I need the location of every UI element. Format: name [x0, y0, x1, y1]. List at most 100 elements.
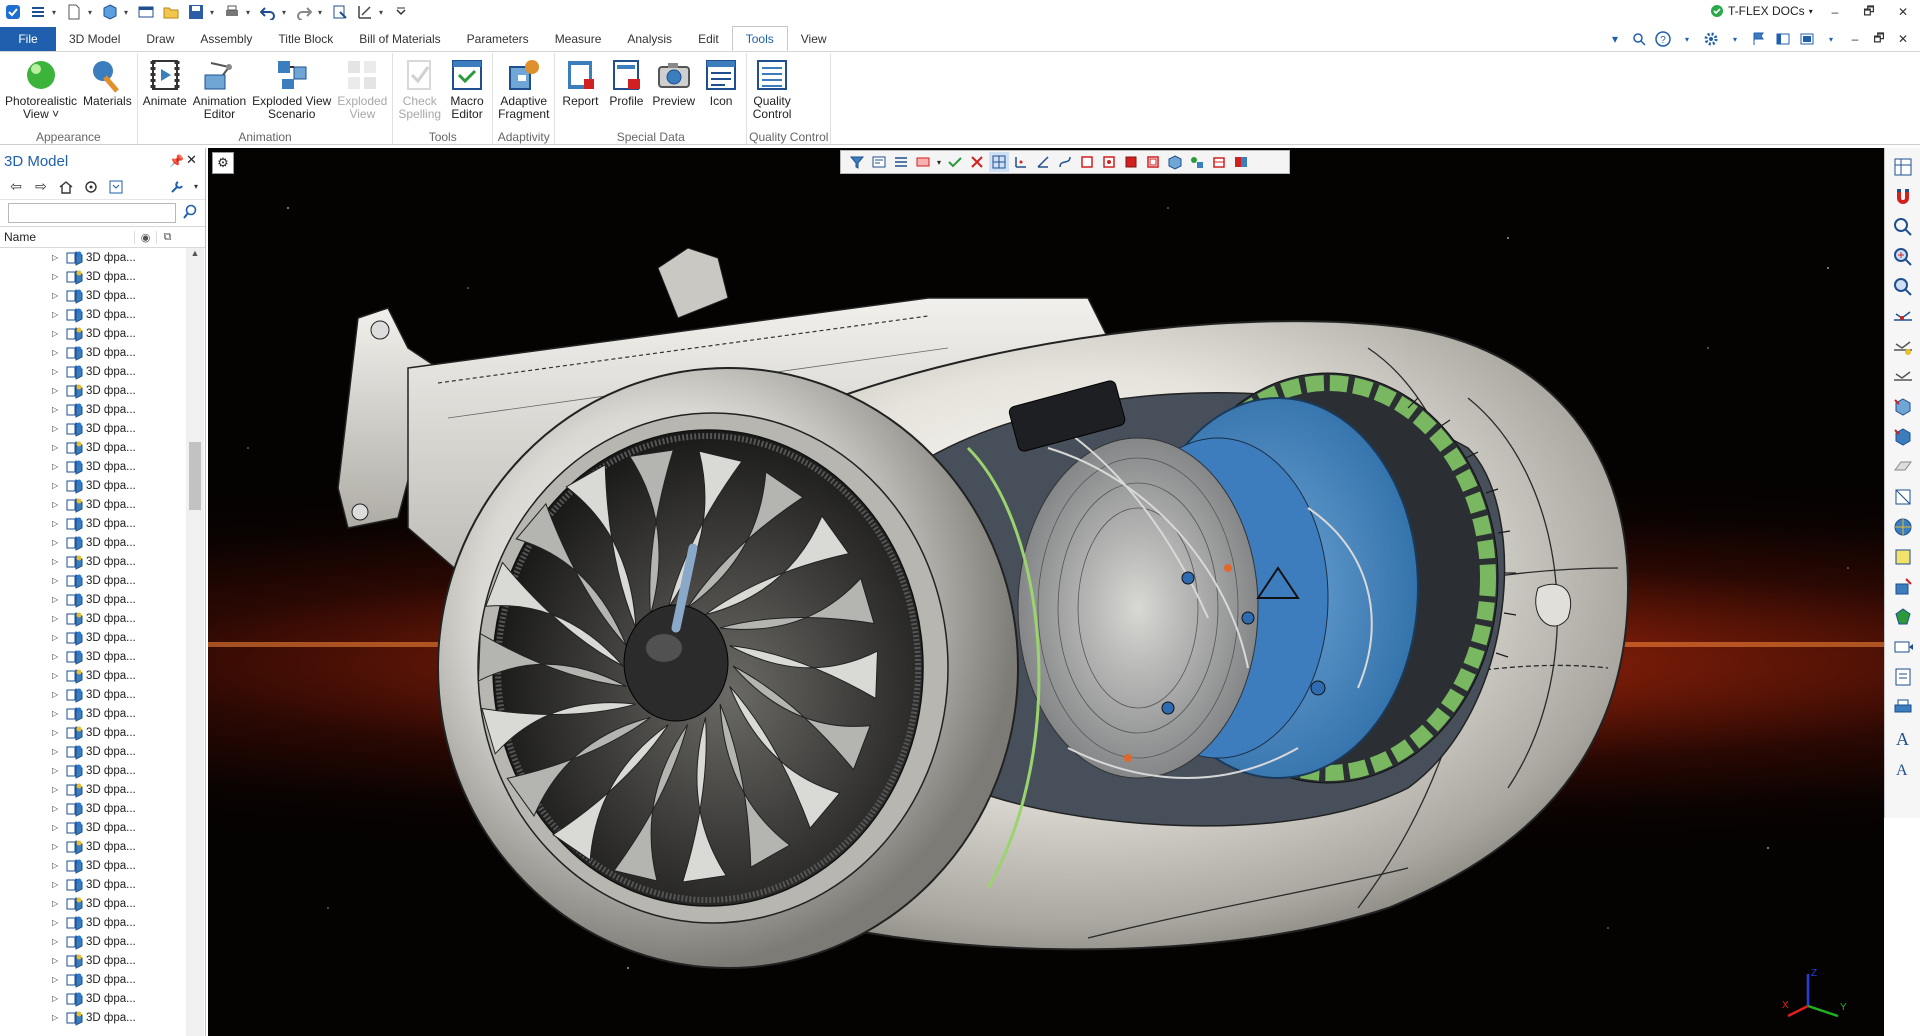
- tree-row[interactable]: ▷ 3D фра...: [0, 419, 186, 438]
- tflex-docs-menu[interactable]: T-FLEX DOCs ▾: [1710, 4, 1813, 18]
- scroll-up-icon[interactable]: ▲: [186, 248, 204, 264]
- adaptive-button[interactable]: Adaptive Fragment: [495, 53, 552, 130]
- expand-arrow-icon[interactable]: ▷: [52, 823, 62, 832]
- doc-restore-icon[interactable]: 🗗: [1870, 30, 1888, 48]
- save-dropdown-icon[interactable]: ▾: [210, 8, 218, 17]
- gear-icon[interactable]: [1702, 30, 1720, 48]
- exploded-view-button[interactable]: Exploded View Scenario: [249, 53, 334, 130]
- collapse-tree-icon[interactable]: [106, 177, 126, 197]
- expand-arrow-icon[interactable]: ▷: [52, 937, 62, 946]
- text-a-icon[interactable]: A: [1890, 724, 1916, 750]
- expand-arrow-icon[interactable]: ▷: [52, 614, 62, 623]
- tab-file[interactable]: File: [0, 27, 56, 51]
- materials-button[interactable]: Materials: [80, 53, 135, 130]
- tree-row[interactable]: ▷ 3D фра...: [0, 381, 186, 400]
- tree-row[interactable]: ▷ 3D фра...: [0, 495, 186, 514]
- cube-red-4-icon[interactable]: [1143, 152, 1163, 172]
- cube-red-2-icon[interactable]: [1099, 152, 1119, 172]
- tree-row[interactable]: ▷ 3D фра...: [0, 666, 186, 685]
- tree-row[interactable]: ▷ 3D фра...: [0, 552, 186, 571]
- expand-arrow-icon[interactable]: ▷: [52, 443, 62, 452]
- zoom-window-icon[interactable]: [1890, 214, 1916, 240]
- preview-button[interactable]: Preview: [649, 53, 698, 130]
- open-folder-icon[interactable]: [160, 2, 182, 22]
- collapse-ribbon-icon[interactable]: ▾: [1606, 30, 1624, 48]
- expand-arrow-icon[interactable]: ▷: [52, 500, 62, 509]
- tab-bill-of-materials[interactable]: Bill of Materials: [346, 27, 453, 51]
- selection-icon[interactable]: [1890, 574, 1916, 600]
- expand-arrow-icon[interactable]: ▷: [52, 272, 62, 281]
- cube-red-3-icon[interactable]: [1121, 152, 1141, 172]
- copy-icon[interactable]: ⧉: [156, 230, 178, 244]
- scroll-thumb[interactable]: [189, 442, 201, 510]
- expand-arrow-icon[interactable]: ▷: [52, 481, 62, 490]
- expand-arrow-icon[interactable]: ▷: [52, 291, 62, 300]
- expand-arrow-icon[interactable]: ▷: [52, 310, 62, 319]
- flag-icon[interactable]: [1750, 30, 1768, 48]
- animate-button[interactable]: Animate: [140, 53, 190, 130]
- snap-cancel-icon[interactable]: [967, 152, 987, 172]
- help-icon[interactable]: ?: [1654, 30, 1672, 48]
- origin-icon[interactable]: [1011, 152, 1031, 172]
- tree-row[interactable]: ▷ 3D фра...: [0, 590, 186, 609]
- viewport-tree-toggle-icon[interactable]: ⚙: [212, 152, 234, 174]
- menu-icon[interactable]: [27, 2, 49, 22]
- expand-arrow-icon[interactable]: ▷: [52, 842, 62, 851]
- globe-icon[interactable]: [1890, 514, 1916, 540]
- tree-row[interactable]: ▷ 3D фра...: [0, 742, 186, 761]
- cube-view-2-icon[interactable]: [1890, 424, 1916, 450]
- customize-icon[interactable]: [390, 2, 412, 22]
- plane-icon[interactable]: [1890, 454, 1916, 480]
- tab-analysis[interactable]: Analysis: [614, 27, 685, 51]
- expand-arrow-icon[interactable]: ▷: [52, 804, 62, 813]
- redo-dropdown-icon[interactable]: ▾: [318, 8, 326, 17]
- shapes-icon[interactable]: [1187, 152, 1207, 172]
- new-dropdown-icon[interactable]: ▾: [88, 8, 96, 17]
- tree-row[interactable]: ▷ 3D фра...: [0, 913, 186, 932]
- views-icon[interactable]: [1890, 154, 1916, 180]
- macro-button[interactable]: Macro Editor: [444, 53, 490, 130]
- print-icon[interactable]: [221, 2, 243, 22]
- app-icon[interactable]: [2, 2, 24, 22]
- expand-arrow-icon[interactable]: ▷: [52, 766, 62, 775]
- expand-arrow-icon[interactable]: ▷: [52, 652, 62, 661]
- tree-row[interactable]: ▷ 3D фра...: [0, 476, 186, 495]
- expand-arrow-icon[interactable]: ▷: [52, 994, 62, 1003]
- expand-arrow-icon[interactable]: ▷: [52, 538, 62, 547]
- page-icon[interactable]: [1890, 664, 1916, 690]
- expand-arrow-icon[interactable]: ▷: [52, 975, 62, 984]
- expand-arrow-icon[interactable]: ▷: [52, 1013, 62, 1022]
- filter-edit-icon[interactable]: [869, 152, 889, 172]
- report-button[interactable]: Report: [557, 53, 603, 130]
- expand-arrow-icon[interactable]: ▷: [52, 690, 62, 699]
- camera-arrow-icon[interactable]: [1890, 634, 1916, 660]
- face-icon[interactable]: [1890, 544, 1916, 570]
- expand-arrow-icon[interactable]: ▷: [52, 557, 62, 566]
- tab-draw[interactable]: Draw: [133, 27, 187, 51]
- tree-row[interactable]: ▷ 3D фра...: [0, 400, 186, 419]
- grid-icon[interactable]: [989, 152, 1009, 172]
- tree-row[interactable]: ▷ 3D фра...: [0, 951, 186, 970]
- window-icon[interactable]: [135, 2, 157, 22]
- search-icon[interactable]: [182, 204, 198, 223]
- tree-row[interactable]: ▷ 3D фра...: [0, 704, 186, 723]
- forward-arrow-icon[interactable]: ⇨: [31, 177, 51, 197]
- tree-row[interactable]: ▷ 3D фра...: [0, 609, 186, 628]
- cube-dropdown-icon[interactable]: ▾: [124, 8, 132, 17]
- snap-2-icon[interactable]: [1890, 334, 1916, 360]
- target-icon[interactable]: [81, 177, 101, 197]
- tab-view[interactable]: View: [788, 27, 840, 51]
- snap-3-icon[interactable]: [1890, 364, 1916, 390]
- axes-icon[interactable]: [1033, 152, 1053, 172]
- panel-dropdown-icon[interactable]: ▾: [1822, 30, 1840, 48]
- expand-arrow-icon[interactable]: ▷: [52, 671, 62, 680]
- export-icon[interactable]: [329, 2, 351, 22]
- tree-row[interactable]: ▷ 3D фра...: [0, 267, 186, 286]
- engine-model[interactable]: [208, 148, 1884, 1036]
- tree-row[interactable]: ▷ 3D фра...: [0, 286, 186, 305]
- tree-row[interactable]: ▷ 3D фра...: [0, 647, 186, 666]
- zoom-in-icon[interactable]: [1890, 244, 1916, 270]
- redo-icon[interactable]: [293, 2, 315, 22]
- panel-icon[interactable]: [1798, 30, 1816, 48]
- snap-check-icon[interactable]: [945, 152, 965, 172]
